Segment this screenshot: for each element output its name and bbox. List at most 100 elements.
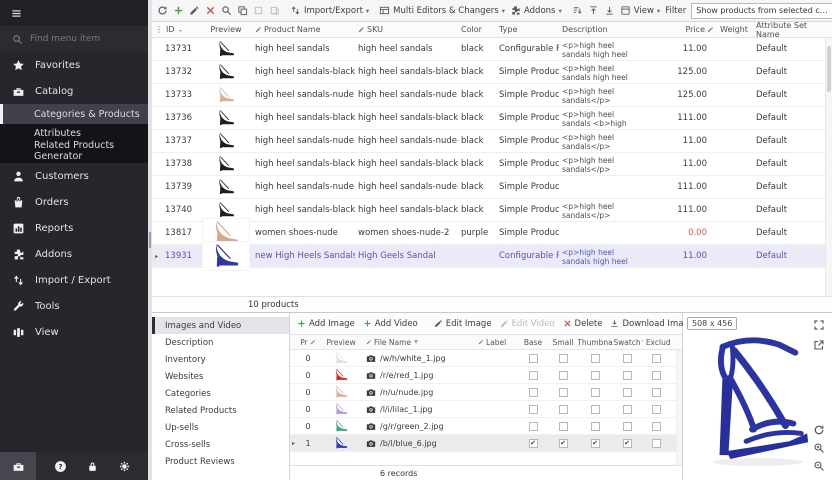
- swatch-checkbox[interactable]: [623, 371, 632, 380]
- table-row[interactable]: ▸ 13740 high heel sandals-black-38 high …: [152, 199, 832, 222]
- swatch-checkbox[interactable]: [623, 388, 632, 397]
- column-header-sku[interactable]: SKU: [355, 25, 458, 34]
- column-header-base[interactable]: Base: [518, 338, 548, 347]
- delete-product-button[interactable]: [205, 5, 216, 16]
- details-tab[interactable]: Images and Video: [152, 317, 289, 334]
- scrollbar-thumb[interactable]: [827, 46, 831, 92]
- exclude-checkbox[interactable]: [652, 439, 661, 448]
- sidebar-item-catalog[interactable]: Catalog: [0, 78, 148, 104]
- thumbnail-checkbox[interactable]: [591, 405, 600, 414]
- column-header-small[interactable]: Small: [548, 338, 578, 347]
- base-checkbox[interactable]: [529, 439, 538, 448]
- image-row[interactable]: ▸ 0: [290, 367, 682, 384]
- paste-button[interactable]: [269, 5, 280, 16]
- base-checkbox[interactable]: [529, 422, 538, 431]
- table-row[interactable]: ▸ 13817 women shoes-nude women shoes-nud…: [152, 222, 832, 245]
- column-header-weight[interactable]: Weight: [717, 25, 753, 34]
- addons-menu[interactable]: Addons▾: [510, 5, 562, 16]
- collapse-all-button[interactable]: [604, 5, 615, 16]
- sidebar-item-orders[interactable]: Orders: [0, 189, 148, 215]
- table-row[interactable]: ▸ 13733 high heel sandals-nude high heel: [152, 84, 832, 107]
- small-checkbox[interactable]: [559, 422, 568, 431]
- fullscreen-icon[interactable]: [813, 319, 825, 331]
- table-row[interactable]: ▸ 13732 high heel sandals-black high hee…: [152, 61, 832, 84]
- column-header-exclude[interactable]: Exclude: [642, 338, 671, 347]
- expand-all-button[interactable]: [588, 5, 599, 16]
- row-expander[interactable]: ▸: [152, 46, 162, 53]
- add-product-button[interactable]: [173, 5, 184, 16]
- add-image-button[interactable]: Add Image: [297, 319, 355, 329]
- details-tab[interactable]: Cross-sells: [152, 436, 289, 453]
- table-row[interactable]: ▸ 13736 high heel sandals-black-36 high …: [152, 107, 832, 130]
- add-video-button[interactable]: Add Video: [363, 319, 418, 329]
- small-checkbox[interactable]: [559, 439, 568, 448]
- row-expander[interactable]: ▸: [290, 389, 298, 396]
- column-header-type[interactable]: Type: [496, 25, 559, 34]
- column-header-thumbnail[interactable]: Thumbna: [578, 338, 612, 347]
- row-expander[interactable]: ▸: [152, 161, 162, 168]
- row-expander[interactable]: ▸: [152, 207, 162, 214]
- swatch-checkbox[interactable]: [623, 354, 632, 363]
- row-expander[interactable]: ▸: [152, 92, 162, 99]
- panel-splitter[interactable]: [148, 0, 152, 480]
- images-vertical-scrollbar[interactable]: [676, 350, 682, 465]
- details-tab[interactable]: Categories: [152, 385, 289, 402]
- image-row[interactable]: ▸ 0: [290, 384, 682, 401]
- exclude-checkbox[interactable]: [652, 354, 661, 363]
- image-row[interactable]: ▸ 0: [290, 418, 682, 435]
- exclude-checkbox[interactable]: [652, 405, 661, 414]
- details-tab[interactable]: Related Products: [152, 402, 289, 419]
- sidebar-item-reports[interactable]: Reports: [0, 215, 148, 241]
- column-header-color[interactable]: Color: [458, 25, 496, 34]
- row-expander[interactable]: ▸: [152, 138, 162, 145]
- row-expander[interactable]: ▸: [152, 115, 162, 122]
- sidebar-item-categories-products[interactable]: Categories & Products: [0, 104, 148, 124]
- select-button[interactable]: [253, 5, 264, 16]
- details-tab[interactable]: Product Reviews: [152, 453, 289, 470]
- thumbnail-checkbox[interactable]: [591, 422, 600, 431]
- multi-editors-menu[interactable]: Multi Editors & Changers▾: [379, 5, 505, 16]
- sidebar-item-related-products-generator[interactable]: Related Products Generator: [0, 142, 148, 160]
- column-header-description[interactable]: Description: [559, 25, 647, 34]
- gear-icon[interactable]: [118, 460, 131, 473]
- view-menu[interactable]: View▾: [620, 5, 660, 16]
- column-header-id[interactable]: ID: [162, 25, 200, 34]
- exclude-checkbox[interactable]: [652, 422, 661, 431]
- thumbnail-checkbox[interactable]: [591, 388, 600, 397]
- edit-video-button[interactable]: Edit Video: [500, 319, 555, 329]
- help-icon[interactable]: ?: [54, 460, 67, 473]
- row-expander[interactable]: ▸: [152, 230, 162, 237]
- download-image-button[interactable]: Download Image: [610, 319, 694, 329]
- menu-search-input[interactable]: [30, 34, 130, 44]
- image-row[interactable]: ▸ 1: [290, 435, 682, 452]
- small-checkbox[interactable]: [559, 388, 568, 397]
- image-row[interactable]: ▸ 0: [290, 350, 682, 367]
- copy-button[interactable]: [237, 5, 248, 16]
- row-expander[interactable]: ▸: [290, 372, 298, 379]
- grid-vertical-scrollbar[interactable]: [825, 38, 832, 296]
- swatch-checkbox[interactable]: [623, 439, 632, 448]
- column-header-preview[interactable]: Preview: [200, 25, 252, 34]
- base-checkbox[interactable]: [529, 354, 538, 363]
- exclude-checkbox[interactable]: [652, 371, 661, 380]
- details-tab[interactable]: Websites: [152, 368, 289, 385]
- lock-icon[interactable]: [86, 460, 99, 473]
- catalog-shortcut-button[interactable]: [0, 452, 36, 480]
- table-row[interactable]: ▸ 13931 new High Heels Sandals High Geel…: [152, 245, 832, 268]
- category-filter-select[interactable]: Show products from selected categories ▾: [691, 3, 832, 19]
- table-row[interactable]: ▸ 13738 high heel sandals-black-37 high …: [152, 153, 832, 176]
- column-header-product-name[interactable]: Product Name: [252, 25, 355, 34]
- sidebar-item-import-export[interactable]: Import / Export: [0, 267, 148, 293]
- exclude-checkbox[interactable]: [652, 388, 661, 397]
- row-expander[interactable]: ▸: [290, 406, 298, 413]
- sidebar-item-customers[interactable]: Customers: [0, 163, 148, 189]
- swatch-checkbox[interactable]: [623, 405, 632, 414]
- swatch-checkbox[interactable]: [623, 422, 632, 431]
- sidebar-item-addons[interactable]: Addons: [0, 241, 148, 267]
- base-checkbox[interactable]: [529, 388, 538, 397]
- search-products-button[interactable]: [221, 5, 232, 16]
- zoom-out-icon[interactable]: [813, 460, 825, 472]
- sort-attributes-button[interactable]: [572, 5, 583, 16]
- refresh-button[interactable]: [157, 5, 168, 16]
- zoom-in-icon[interactable]: [813, 442, 825, 454]
